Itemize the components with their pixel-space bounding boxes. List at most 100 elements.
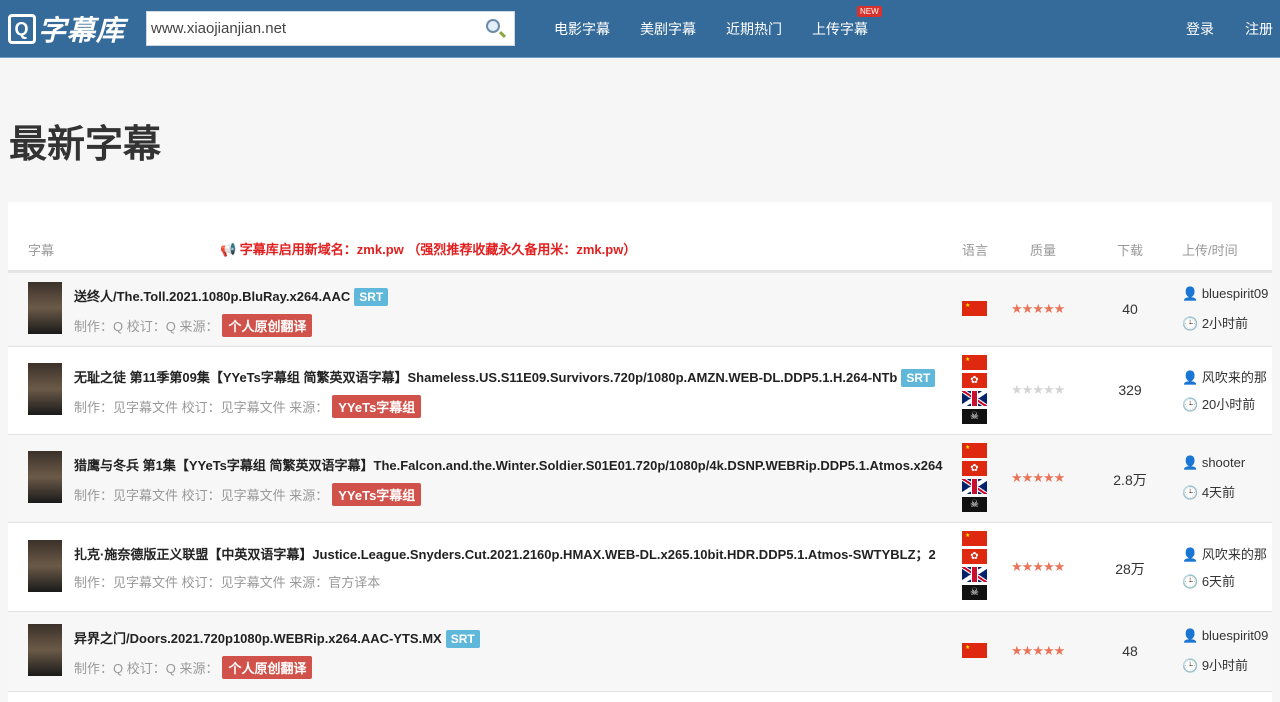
download-count: 2.8万 [1113, 472, 1147, 488]
uploader[interactable]: 👤 bluespirit09 [1182, 286, 1272, 302]
subtitle-title[interactable]: 送终人/The.Toll.2021.1080p.BluRay.x264.AAC [74, 289, 350, 304]
clock-icon: 🕒 [1182, 485, 1199, 500]
poster-thumbnail[interactable] [28, 451, 62, 503]
table-row: 扎克·施奈德版正义联盟【中英双语字幕】Justice.League.Snyder… [8, 523, 1272, 612]
uploader[interactable]: 👤 bluespirit09 [1182, 628, 1272, 644]
source-badge: 个人原创翻译 [222, 314, 313, 337]
subtitle-title[interactable]: 异界之门/Doors.2021.720p1080p.WEBRip.x264.AA… [74, 631, 442, 646]
upload-time-text: 4天前 [1201, 485, 1236, 500]
quality-rating: ★★★★★ [1011, 301, 1066, 317]
upload-time: 🕒 4天前 [1182, 482, 1272, 501]
scrollbar[interactable] [1272, 202, 1280, 690]
domain-notice[interactable]: 📢 字幕库启用新域名：zmk.pw （强烈推荐收藏永久备用米：zmk.pw） [220, 239, 636, 258]
subtitle-title-link[interactable]: 异界之门/Doors.2021.720p1080p.WEBRip.x264.AA… [74, 628, 950, 648]
uploader-name[interactable]: 风吹来的那 [1202, 370, 1267, 385]
upload-time: 🕒 20小时前 [1182, 394, 1272, 413]
search-box [146, 11, 515, 46]
clock-icon: 🕒 [1182, 316, 1199, 331]
upload-time-text: 2小时前 [1201, 316, 1249, 331]
star-icon: ★ [1042, 643, 1055, 658]
search-input[interactable] [147, 12, 467, 45]
star-icon: ★ [1011, 382, 1023, 397]
logo-text: 字幕库 [38, 15, 126, 46]
user-icon: 👤 [1182, 455, 1199, 470]
flag-hk-icon: ✿ [962, 549, 987, 564]
star-icon: ★ [1053, 643, 1066, 658]
star-icon: ★ [1032, 470, 1044, 485]
star-icon: ★ [1011, 643, 1023, 658]
search-icon[interactable] [486, 19, 500, 33]
flag-cn-icon [962, 531, 987, 546]
format-badge: SRT [354, 288, 389, 306]
quality-rating: ★★★★★ [1011, 470, 1066, 486]
star-icon: ★ [1011, 301, 1023, 316]
star-icon: ★ [1021, 301, 1034, 316]
clock-icon: 🕒 [1182, 573, 1199, 589]
meta-text: 制作：见字幕文件 校订：见字幕文件 来源： [74, 400, 329, 415]
nav-upload[interactable]: 上传字幕 [812, 19, 868, 39]
table-row: 无耻之徒 第11季第09集【YYeTs字幕组 简繁英双语字幕】Shameless… [8, 347, 1272, 435]
language-flags [962, 642, 988, 661]
download-count: 329 [1118, 382, 1142, 398]
flag-hk-icon: ✿ [962, 460, 987, 476]
upload-time: 🕒 2小时前 [1182, 313, 1272, 332]
uploader-name[interactable]: shooter [1202, 455, 1245, 470]
col-header-subtitle: 字幕 [28, 243, 55, 258]
star-icon: ★ [1011, 558, 1023, 574]
subtitle-meta: 制作：见字幕文件 校订：见字幕文件 来源： YYeTs字幕组 [74, 395, 422, 418]
logo-q-icon: Q [8, 14, 36, 44]
table-row: 异界之门/Doors.2021.720p1080p.WEBRip.x264.AA… [8, 612, 1272, 692]
subtitle-title-link[interactable]: 扎克·施奈德版正义联盟【中英双语字幕】Justice.League.Snyder… [74, 544, 950, 563]
subtitle-title-link[interactable]: 无耻之徒 第11季第09集【YYeTs字幕组 简繁英双语字幕】Shameless… [74, 367, 950, 387]
upload-time: 🕒 6天前 [1182, 571, 1272, 590]
page-title: 最新字幕 [9, 124, 162, 166]
nav-trending[interactable]: 近期热门 [726, 19, 782, 39]
star-icon: ★ [1021, 643, 1034, 658]
star-icon: ★ [1042, 382, 1055, 397]
subtitle-title[interactable]: 猎鹰与冬兵 第1集【YYeTs字幕组 简繁英双语字幕】The.Falcon.an… [74, 458, 942, 473]
uploader[interactable]: 👤 风吹来的那 [1182, 544, 1272, 563]
nav-tv-subtitles[interactable]: 美剧字幕 [640, 19, 696, 39]
download-count: 40 [1122, 301, 1138, 317]
site-logo[interactable]: Q 字幕库 [8, 12, 125, 46]
subtitle-title[interactable]: 无耻之徒 第11季第09集【YYeTs字幕组 简繁英双语字幕】Shameless… [74, 370, 897, 385]
poster-thumbnail[interactable] [28, 363, 62, 415]
poster-thumbnail[interactable] [28, 282, 62, 334]
uploader[interactable]: 👤 风吹来的那 [1182, 367, 1272, 386]
subtitle-title-link[interactable]: 猎鹰与冬兵 第1集【YYeTs字幕组 简繁英双语字幕】The.Falcon.an… [74, 455, 950, 474]
format-badge: SRT [445, 630, 480, 648]
nav-movie-subtitles[interactable]: 电影字幕 [554, 19, 610, 39]
quality-rating: ★★★★★ [1011, 382, 1065, 398]
uploader[interactable]: 👤 shooter [1182, 455, 1272, 471]
upload-time-text: 9小时前 [1201, 658, 1249, 673]
poster-thumbnail[interactable] [28, 539, 62, 592]
poster-thumbnail[interactable] [28, 624, 62, 676]
flag-pirate-icon: ☠ [962, 496, 987, 512]
user-icon: 👤 [1182, 546, 1199, 562]
uploader-name[interactable]: bluespirit09 [1202, 628, 1269, 643]
login-link[interactable]: 登录 [1186, 19, 1214, 39]
star-icon: ★ [1011, 470, 1023, 485]
register-link[interactable]: 注册 [1245, 19, 1273, 39]
flag-hk-icon: ✿ [962, 372, 987, 388]
flag-cn-icon [962, 354, 987, 370]
subtitle-title-link[interactable]: 送终人/The.Toll.2021.1080p.BluRay.x264.AAC S… [74, 286, 950, 306]
subtitle-meta: 制作：见字幕文件 校订：见字幕文件 来源：官方译本 [74, 572, 380, 591]
star-icon: ★ [1053, 301, 1066, 316]
subtitle-title[interactable]: 扎克·施奈德版正义联盟【中英双语字幕】Justice.League.Snyder… [74, 547, 936, 562]
star-icon: ★ [1053, 558, 1066, 574]
meta-text: 制作：见字幕文件 校订：见字幕文件 来源： [74, 574, 329, 590]
star-icon: ★ [1042, 470, 1055, 485]
top-nav-bar: Q字幕库 电影字幕 美剧字幕 近期热门 上传字幕 NEW 登录 注册 [0, 0, 1280, 58]
col-header-downloads: 下载 [1117, 243, 1144, 258]
quality-rating: ★★★★★ [1011, 643, 1066, 659]
meta-text: 制作：Q 校订：Q 来源： [74, 319, 219, 334]
meta-text: 制作：见字幕文件 校订：见字幕文件 来源： [74, 488, 329, 503]
upload-time-text: 20小时前 [1201, 397, 1256, 412]
download-count: 28万 [1115, 560, 1145, 577]
uploader-name[interactable]: bluespirit09 [1202, 286, 1269, 301]
table-row: 猎鹰与冬兵 第1集【YYeTs字幕组 简繁英双语字幕】The.Falcon.an… [8, 435, 1272, 523]
star-icon: ★ [1053, 470, 1066, 485]
uploader-name[interactable]: 风吹来的那 [1202, 547, 1267, 562]
col-header-upload-time: 上传/时间 [1182, 243, 1238, 258]
